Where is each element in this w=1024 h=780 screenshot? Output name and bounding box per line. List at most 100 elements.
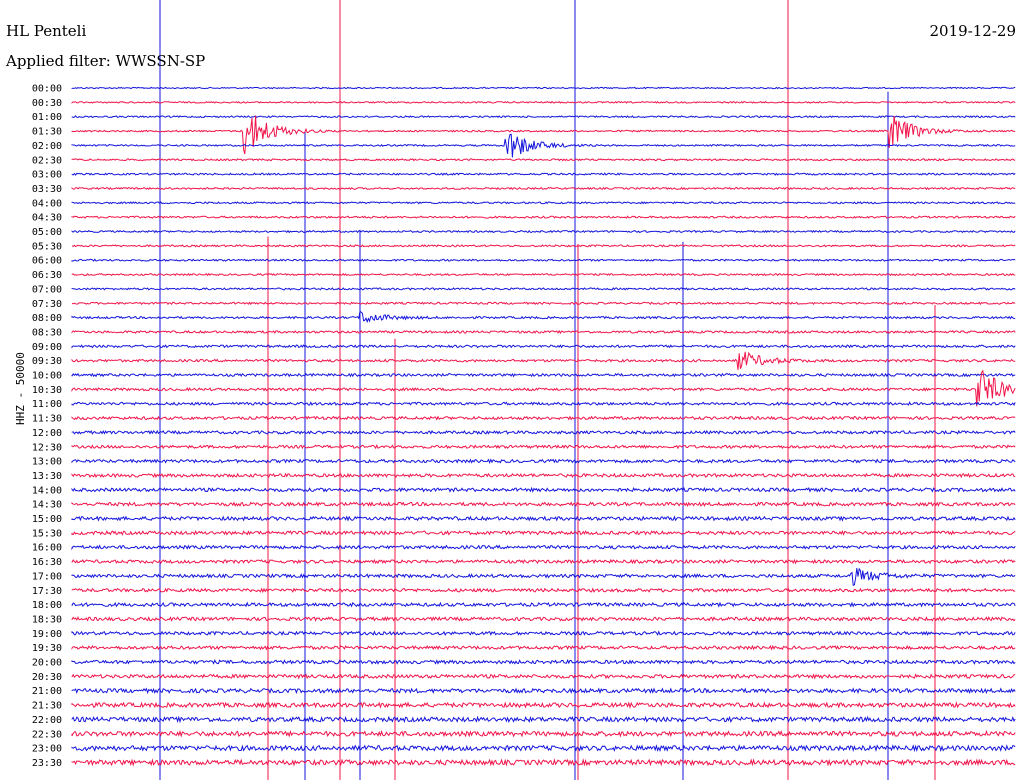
trace-row [71, 758, 1016, 767]
row-time-label: 13:00 [32, 457, 62, 468]
row-time-label: 11:00 [32, 399, 62, 410]
trace-row [71, 659, 1016, 665]
row-time-label: 16:00 [32, 543, 62, 554]
row-time-label: 19:30 [32, 643, 62, 654]
row-time-label: 23:30 [32, 758, 62, 769]
row-time-label: 09:30 [32, 356, 62, 367]
trace-row [71, 244, 1016, 248]
row-time-label: 20:30 [32, 672, 62, 683]
trace-row [71, 329, 1016, 335]
row-time-label: 00:30 [32, 98, 62, 109]
row-time-label: 09:00 [32, 342, 62, 353]
row-time-label: 13:30 [32, 471, 62, 482]
row-time-label: 10:30 [32, 385, 62, 396]
row-time-label: 05:00 [32, 227, 62, 238]
trace-row [71, 351, 1016, 370]
row-time-label: 08:00 [32, 313, 62, 324]
date-label: 2019-12-29 [929, 22, 1016, 40]
trace-row [71, 567, 1016, 587]
trace-row [71, 172, 1016, 176]
trace-row [71, 229, 1016, 234]
row-time-label: 07:00 [32, 284, 62, 295]
trace-row [71, 630, 1016, 637]
row-time-label: 06:30 [32, 270, 62, 281]
trace-row [71, 729, 1016, 738]
row-time-label: 14:00 [32, 485, 62, 496]
trace-row [71, 715, 1016, 724]
trace-row [71, 558, 1016, 565]
row-time-label: 21:30 [32, 701, 62, 712]
row-time-label: 14:30 [32, 500, 62, 511]
trace-row [71, 158, 1016, 162]
trace-row [71, 287, 1016, 291]
trace-row [71, 601, 1016, 608]
row-time-label: 01:00 [32, 112, 62, 123]
trace-row [71, 587, 1016, 594]
row-time-label: 12:00 [32, 428, 62, 439]
trace-row [71, 530, 1016, 536]
trace-row [71, 644, 1016, 651]
trace-row [71, 544, 1016, 551]
trace-row [71, 687, 1016, 695]
row-time-label: 17:30 [32, 586, 62, 597]
row-time-label: 08:30 [32, 327, 62, 338]
trace-row [71, 472, 1016, 479]
trace-row [71, 272, 1016, 277]
row-time-label: 21:00 [32, 686, 62, 697]
row-time-label: 22:30 [32, 729, 62, 740]
row-time-label: 00:00 [32, 84, 62, 95]
trace-row [71, 701, 1016, 709]
trace-row [71, 515, 1016, 522]
row-time-label: 22:00 [32, 715, 62, 726]
row-time-label: 11:30 [32, 414, 62, 425]
row-time-label: 03:30 [32, 184, 62, 195]
row-time-label: 04:30 [32, 213, 62, 224]
row-time-label: 15:30 [32, 528, 62, 539]
trace-row [71, 86, 1016, 90]
trace-row [71, 310, 1016, 324]
row-time-label: 23:00 [32, 744, 62, 755]
time-tick-labels: 00:00 00:30 01:00 01:30 02:00 02:30 03:00 03:30… [32, 84, 62, 769]
trace-row [71, 372, 1016, 378]
station-title: HL Penteli [6, 22, 87, 40]
row-time-label: 02:30 [32, 155, 62, 166]
trace-row [71, 201, 1016, 205]
trace-row [71, 186, 1016, 191]
trace-row [71, 744, 1016, 753]
trace-row [71, 501, 1016, 508]
trace-row [71, 458, 1016, 464]
trace-row [71, 100, 1016, 104]
row-time-label: 15:00 [32, 514, 62, 525]
row-time-label: 17:00 [32, 571, 62, 582]
trace-row [71, 258, 1016, 262]
row-time-label: 18:00 [32, 600, 62, 611]
row-time-label: 05:30 [32, 241, 62, 252]
trace-row [71, 444, 1016, 450]
trace-row [71, 133, 1016, 158]
trace-row [71, 415, 1016, 421]
trace-row [71, 673, 1016, 680]
trace-row [71, 486, 1016, 493]
row-time-label: 19:00 [32, 629, 62, 640]
trace-row [71, 301, 1016, 306]
row-time-label: 04:00 [32, 198, 62, 209]
trace-row [71, 429, 1016, 435]
channel-label: HHZ - 50000 [14, 352, 27, 425]
row-time-label: 03:00 [32, 170, 62, 181]
row-time-label: 18:30 [32, 614, 62, 625]
row-time-label: 12:30 [32, 442, 62, 453]
row-time-label: 20:00 [32, 658, 62, 669]
helicorder-plot: 00:00 00:30 01:00 01:30 02:00 02:30 03:00 03:30… [32, 0, 1016, 780]
row-time-label: 10:00 [32, 371, 62, 382]
row-time-label: 07:30 [32, 299, 62, 310]
trace-row [71, 344, 1016, 349]
row-time-label: 01:30 [32, 127, 62, 138]
row-time-label: 06:00 [32, 256, 62, 267]
trace-row [71, 616, 1016, 622]
filter-label: Applied filter: WWSSN-SP [6, 52, 206, 70]
trace-row [71, 115, 1016, 155]
row-time-label: 02:00 [32, 141, 62, 152]
trace-row [71, 401, 1016, 407]
trace-row [71, 115, 1016, 119]
trace-row [71, 215, 1016, 219]
